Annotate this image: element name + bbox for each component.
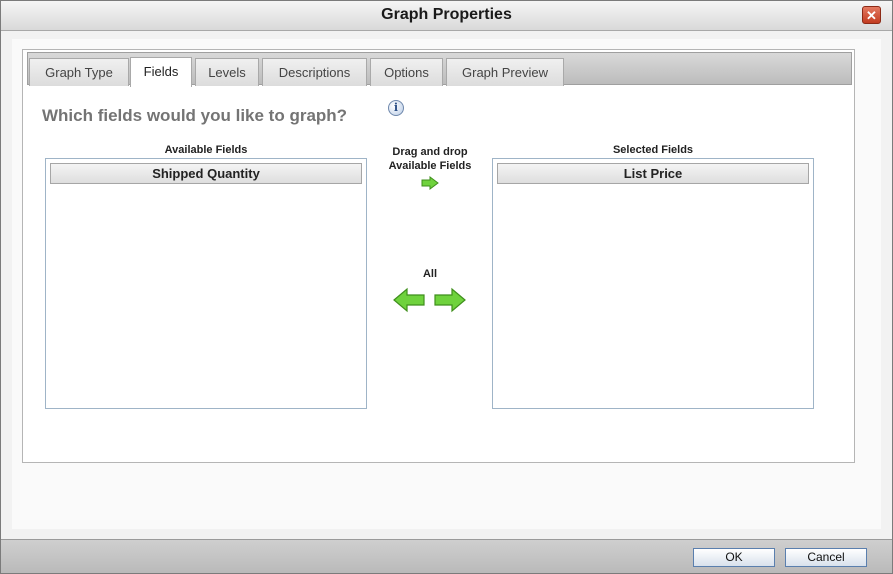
selected-fields-label: Selected Fields xyxy=(612,144,694,156)
drag-hint-line-2: Available Fields xyxy=(388,160,472,172)
all-label: All xyxy=(422,268,438,280)
title-bar[interactable]: Graph Properties ✕ xyxy=(1,1,892,31)
tab-fields[interactable]: Fields xyxy=(130,57,192,87)
list-item[interactable]: List Price xyxy=(497,163,809,184)
cancel-button[interactable]: Cancel xyxy=(785,548,867,567)
tab-bar: Graph Type Fields Levels Descriptions Op… xyxy=(27,52,852,87)
tab-options[interactable]: Options xyxy=(370,58,443,86)
tab-graph-type[interactable]: Graph Type xyxy=(29,58,129,86)
list-item[interactable]: Shipped Quantity xyxy=(50,163,362,184)
properties-panel: Graph Type Fields Levels Descriptions Op… xyxy=(22,49,855,463)
close-icon: ✕ xyxy=(866,8,877,23)
move-all-left-button[interactable] xyxy=(392,287,426,313)
arrow-right-icon[interactable] xyxy=(421,176,439,190)
info-icon[interactable]: i xyxy=(388,100,404,116)
tab-levels[interactable]: Levels xyxy=(195,58,259,86)
tab-graph-preview[interactable]: Graph Preview xyxy=(446,58,564,86)
graph-properties-dialog: Graph Properties ✕ Graph Type Fields Lev… xyxy=(0,0,893,574)
tab-descriptions[interactable]: Descriptions xyxy=(262,58,367,86)
fields-question-heading: Which fields would you like to graph? xyxy=(42,106,348,125)
selected-fields-list[interactable]: List Price xyxy=(492,158,814,409)
available-fields-list[interactable]: Shipped Quantity xyxy=(45,158,367,409)
ok-button[interactable]: OK xyxy=(693,548,775,567)
move-all-right-button[interactable] xyxy=(433,287,467,313)
dialog-title: Graph Properties xyxy=(381,6,512,23)
close-button[interactable]: ✕ xyxy=(862,6,881,24)
drag-drop-hint: Drag and drop Available Fields xyxy=(377,145,483,173)
button-bar: OK Cancel xyxy=(1,539,892,573)
available-fields-label: Available Fields xyxy=(164,144,248,156)
drag-hint-line-1: Drag and drop xyxy=(392,146,468,158)
